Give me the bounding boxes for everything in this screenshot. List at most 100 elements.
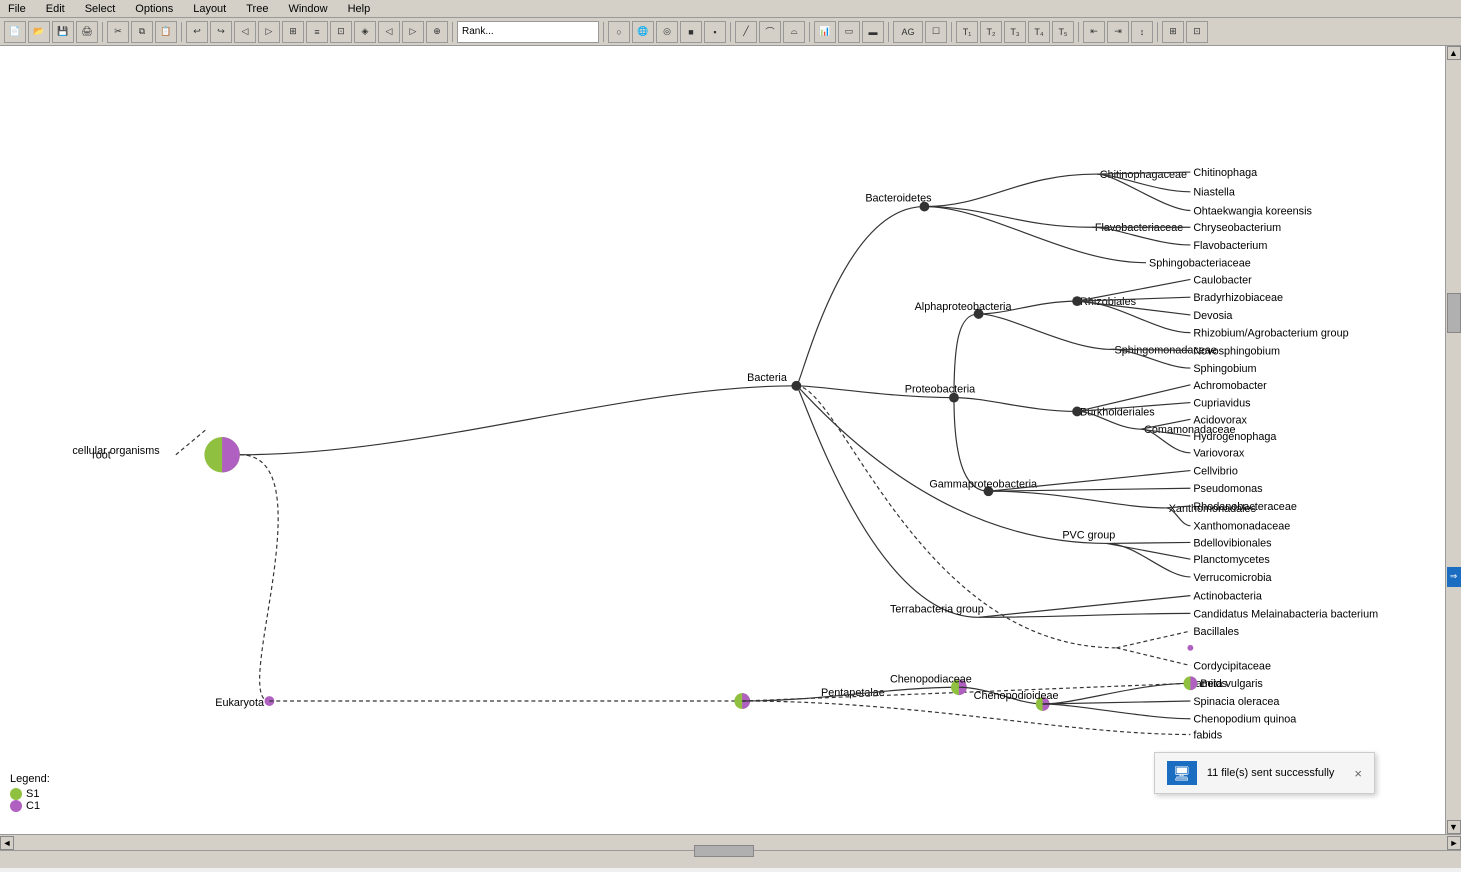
label-cellular: cellular organisms (72, 445, 160, 457)
label-verrucomicrobia: Verrucomicrobia (1193, 572, 1272, 584)
scrollbar-right[interactable]: ▲ ⇒ ▼ (1445, 46, 1461, 834)
hscroll-thumb[interactable] (694, 845, 754, 857)
canvas-area[interactable]: root cellular organisms Bacteria Eukaryo… (0, 46, 1445, 834)
menu-tree[interactable]: Tree (242, 2, 272, 16)
menu-select[interactable]: Select (81, 2, 120, 16)
label-caulobacter: Caulobacter (1193, 274, 1252, 286)
toolbar-b6[interactable]: ◈ (354, 21, 376, 43)
toolbar-t2[interactable]: T₂ (980, 21, 1002, 43)
toolbar-copy[interactable]: ⧉ (131, 21, 153, 43)
toolbar-box1[interactable]: ☐ (925, 21, 947, 43)
toolbar-b3[interactable]: ⊞ (282, 21, 304, 43)
scroll-left-btn[interactable]: ◄ (0, 836, 14, 850)
main-area: root cellular organisms Bacteria Eukaryo… (0, 46, 1461, 834)
menubar: File Edit Select Options Layout Tree Win… (0, 0, 1461, 18)
legend-circle-s1 (10, 788, 22, 800)
toolbar-b8[interactable]: ▷ (402, 21, 424, 43)
label-sphingobium: Sphingobium (1193, 363, 1256, 375)
scroll-right-special[interactable]: ⇒ (1447, 567, 1461, 587)
toolbar-chart[interactable]: 📊 (814, 21, 836, 43)
menu-window[interactable]: Window (284, 2, 331, 16)
toolbar-save[interactable]: 💾 (52, 21, 74, 43)
label-sphingobacteriaceae: Sphingobacteriaceae (1149, 258, 1251, 270)
label-eukaryota: Eukaryota (215, 697, 265, 709)
scroll-right-btn[interactable]: ► (1447, 836, 1461, 850)
label-niastella: Niastella (1193, 187, 1236, 199)
label-flavobacterium: Flavobacterium (1193, 240, 1267, 252)
label-cellvibrio: Cellvibrio (1193, 465, 1238, 477)
label-acidovorax: Acidovorax (1193, 414, 1247, 426)
toolbar-b4[interactable]: ≡ (306, 21, 328, 43)
toolbar-last[interactable]: ⊡ (1186, 21, 1208, 43)
toolbar-undo[interactable]: ↩ (186, 21, 208, 43)
label-variovorax: Variovorax (1193, 448, 1245, 460)
scroll-up-btn[interactable]: ▲ (1447, 46, 1461, 60)
label-chryseobacterium: Chryseobacterium (1193, 222, 1281, 234)
legend-circle-c1 (10, 800, 22, 812)
label-pseudomonas: Pseudomonas (1193, 483, 1263, 495)
label-candidatus: Candidatus Melainabacteria bacterium (1193, 608, 1378, 620)
label-bdellovibionales: Bdellovibionales (1193, 537, 1272, 549)
toolbar-line1[interactable]: ╱ (735, 21, 757, 43)
label-cupriavidus: Cupriavidus (1193, 398, 1251, 410)
misc-dot (1187, 645, 1193, 651)
tree-svg: root cellular organisms Bacteria Eukaryo… (0, 46, 1445, 834)
menu-file[interactable]: File (4, 2, 30, 16)
toolbar-b7[interactable]: ◁ (378, 21, 400, 43)
toolbar-cut[interactable]: ✂ (107, 21, 129, 43)
toolbar-rect[interactable]: ▭ (838, 21, 860, 43)
label-chitinophaga: Chitinophaga (1193, 167, 1258, 179)
toolbar-b9[interactable]: ⊕ (426, 21, 448, 43)
toolbar-line3[interactable]: ⌓ (783, 21, 805, 43)
toolbar-t1[interactable]: T₁ (956, 21, 978, 43)
label-novosphingobium: Novosphingobium (1193, 345, 1280, 357)
menu-edit[interactable]: Edit (42, 2, 69, 16)
toolbar-sq1[interactable]: ■ (680, 21, 702, 43)
label-gammaproteobacteria: Gammaproteobacteria (929, 478, 1038, 490)
toolbar-ring[interactable]: ◎ (656, 21, 678, 43)
toolbar-t5[interactable]: T₅ (1052, 21, 1074, 43)
toolbar-b2[interactable]: ▷ (258, 21, 280, 43)
scroll-thumb-right[interactable] (1447, 293, 1461, 333)
legend-title: Legend: (10, 773, 50, 785)
menu-help[interactable]: Help (344, 2, 375, 16)
notification-close[interactable]: × (1354, 766, 1362, 781)
toolbar-line2[interactable]: ⌒ (759, 21, 781, 43)
toolbar-open[interactable]: 📂 (28, 21, 50, 43)
label-devosia: Devosia (1193, 310, 1233, 322)
toolbar-circle[interactable]: ○ (608, 21, 630, 43)
toolbar-rect2[interactable]: ▬ (862, 21, 884, 43)
toolbar-new[interactable]: 📄 (4, 21, 26, 43)
notification-message: 11 file(s) sent successfully (1207, 767, 1335, 779)
label-rhodanobacteraceae: Rhodanobacteraceae (1193, 501, 1297, 513)
label-bacillales: Bacillales (1193, 626, 1239, 638)
toolbar-ag1[interactable]: AG (893, 21, 923, 43)
notification: 🖥 11 file(s) sent successfully × (1154, 752, 1375, 794)
toolbar-b1[interactable]: ◁ (234, 21, 256, 43)
toolbar-arr1[interactable]: ⇤ (1083, 21, 1105, 43)
label-fabids: fabids (1193, 729, 1222, 741)
toolbar-paste[interactable]: 📋 (155, 21, 177, 43)
hscrollbar[interactable]: ◄ ► (0, 834, 1461, 850)
toolbar-arr2[interactable]: ⇥ (1107, 21, 1129, 43)
menu-layout[interactable]: Layout (189, 2, 230, 16)
label-bradyrhizobiaceae: Bradyrhizobiaceae (1193, 292, 1283, 304)
scroll-down-btn[interactable]: ▼ (1447, 820, 1461, 834)
rank-input[interactable] (457, 21, 599, 43)
toolbar-redo[interactable]: ↪ (210, 21, 232, 43)
label-pentapetalae: Pentapetalae (821, 687, 885, 699)
toolbar-arr3[interactable]: ↕ (1131, 21, 1153, 43)
toolbar-t4[interactable]: T₄ (1028, 21, 1050, 43)
toolbar-print[interactable]: 🖨 (76, 21, 98, 43)
toolbar-sq2[interactable]: ▪ (704, 21, 726, 43)
toolbar-globe[interactable]: 🌐 (632, 21, 654, 43)
toolbar-b5[interactable]: ⊡ (330, 21, 352, 43)
toolbar-grid[interactable]: ⊞ (1162, 21, 1184, 43)
menu-options[interactable]: Options (131, 2, 177, 16)
label-bacteroidetes: Bacteroidetes (865, 193, 932, 205)
toolbar-t3[interactable]: T₃ (1004, 21, 1026, 43)
label-rhizobium: Rhizobium/Agrobacterium group (1193, 328, 1348, 340)
legend-label-s1: S1 (26, 788, 39, 800)
label-bacteria: Bacteria (747, 372, 788, 384)
label-achromobacter: Achromobacter (1193, 380, 1267, 392)
